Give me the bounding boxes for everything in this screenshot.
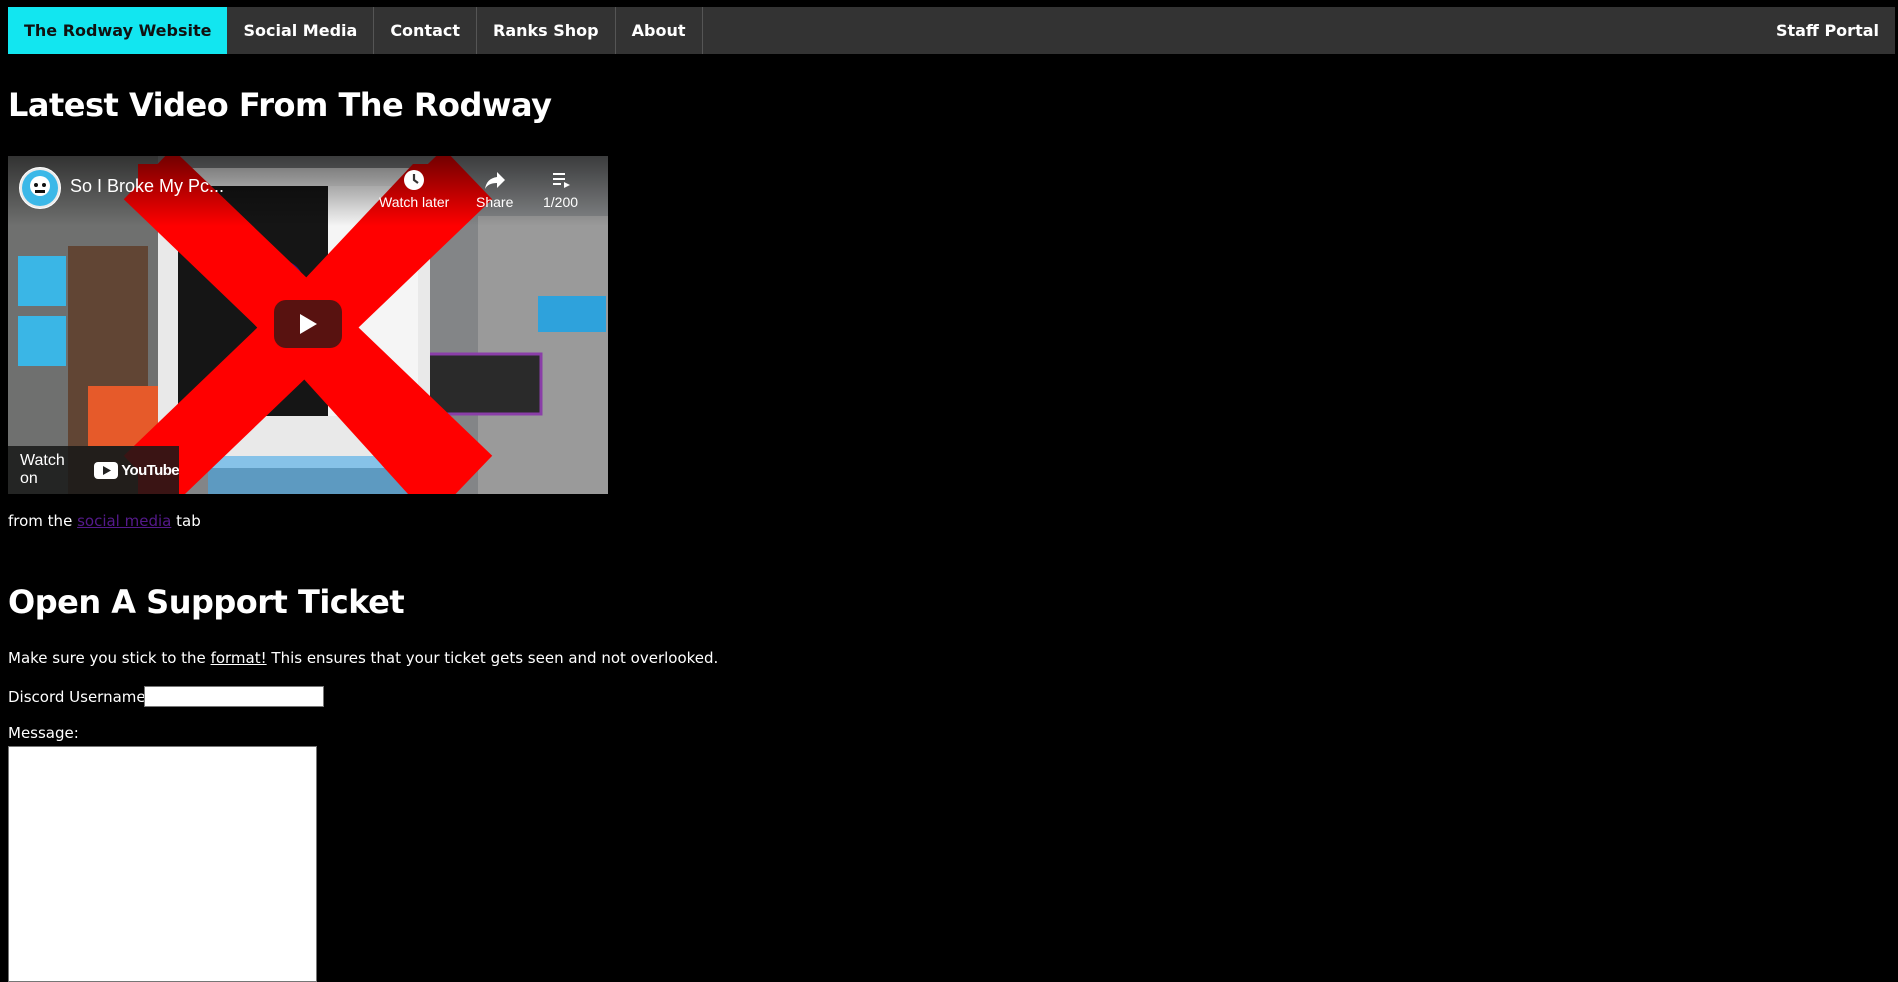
playlist-icon [543,168,578,192]
share-button[interactable]: Share [476,168,513,210]
nav-item-staff-portal[interactable]: Staff Portal [1760,7,1895,54]
share-icon [476,168,513,192]
from-prefix: from the [8,512,73,530]
format-suffix: This ensures that your ticket gets seen … [271,649,719,667]
discord-username-input[interactable] [144,686,324,707]
playlist-count: 1/200 [543,194,579,210]
youtube-logo: YouTube [94,461,180,479]
watch-later-label: Watch later [379,194,450,210]
youtube-embed[interactable]: So I Broke My Pc... Watch later Share 1/… [8,156,608,494]
discord-username-label: Discord Username: [8,688,151,706]
channel-avatar-icon [22,170,58,206]
watch-later-button[interactable]: Watch later [379,168,449,210]
nav-item-home[interactable]: The Rodway Website [8,7,228,54]
format-link[interactable]: format! [211,649,267,667]
watch-on-label: Watch on [20,452,65,487]
play-button[interactable] [274,300,342,348]
watch-on-youtube-button[interactable]: Watch on YouTube [8,446,180,494]
youtube-wordmark: YouTube [121,461,179,479]
nav-item-about[interactable]: About [616,7,703,54]
nav-item-contact[interactable]: Contact [374,7,478,54]
format-prefix: Make sure you stick to the [8,649,206,667]
ticket-format-note: Make sure you stick to the format! This … [8,649,718,667]
play-icon [300,314,317,334]
social-media-link[interactable]: social media [77,512,171,530]
share-label: Share [476,194,514,210]
playlist-button[interactable]: 1/200 [543,168,578,210]
nav-item-ranks-shop[interactable]: Ranks Shop [477,7,616,54]
youtube-play-icon [94,461,119,479]
channel-avatar[interactable] [19,167,61,209]
from-suffix: tab [176,512,201,530]
video-title[interactable]: So I Broke My Pc... [70,176,224,197]
nav-item-social-media[interactable]: Social Media [227,7,375,54]
message-label: Message: [8,724,79,742]
video-source-note: from the social media tab [8,512,201,530]
support-ticket-heading: Open A Support Ticket [8,583,405,621]
latest-video-heading: Latest Video From The Rodway [8,86,552,124]
message-textarea[interactable] [8,746,317,982]
clock-icon [379,168,449,192]
top-navbar: The Rodway Website Social Media Contact … [8,7,1895,54]
